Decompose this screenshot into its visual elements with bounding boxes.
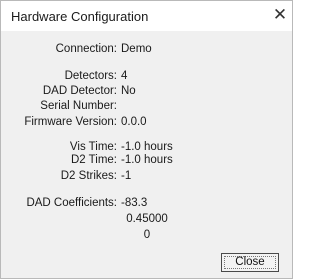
connection-value: Demo	[121, 43, 152, 55]
d2-time-label: D2 Time:	[70, 154, 117, 166]
vis-time-label: Vis Time:	[69, 141, 117, 153]
d2-time-value: -1.0 hours	[121, 154, 173, 166]
hardware-configuration-dialog: Hardware Configuration ✕ Connection: Dem…	[0, 0, 293, 279]
title-bar: Hardware Configuration ✕	[1, 1, 292, 31]
detectors-value: 4	[121, 70, 128, 82]
serial-number-label: Serial Number:	[40, 100, 117, 112]
connection-label: Connection:	[55, 43, 117, 55]
dad-coefficient-2: 0.45000	[126, 213, 168, 225]
dad-detector-value: No	[121, 85, 136, 97]
dad-detector-label: DAD Detector:	[42, 85, 117, 97]
close-icon[interactable]: ✕	[272, 6, 288, 24]
firmware-version-value: 0.0.0	[121, 116, 147, 128]
d2-strikes-value: -1	[121, 170, 132, 182]
close-button-label: Close	[224, 256, 276, 269]
detectors-label: Detectors:	[64, 70, 117, 82]
firmware-version-label: Firmware Version:	[24, 116, 117, 128]
dad-coefficient-3: 0	[143, 229, 151, 241]
close-button[interactable]: Close	[221, 253, 279, 272]
dad-coefficients-label: DAD Coefficients:	[26, 197, 117, 209]
vis-time-value: -1.0 hours	[121, 141, 173, 153]
dad-coefficient-1: -83.3	[121, 197, 148, 209]
dialog-title: Hardware Configuration	[11, 9, 149, 24]
d2-strikes-label: D2 Strikes:	[60, 170, 117, 182]
